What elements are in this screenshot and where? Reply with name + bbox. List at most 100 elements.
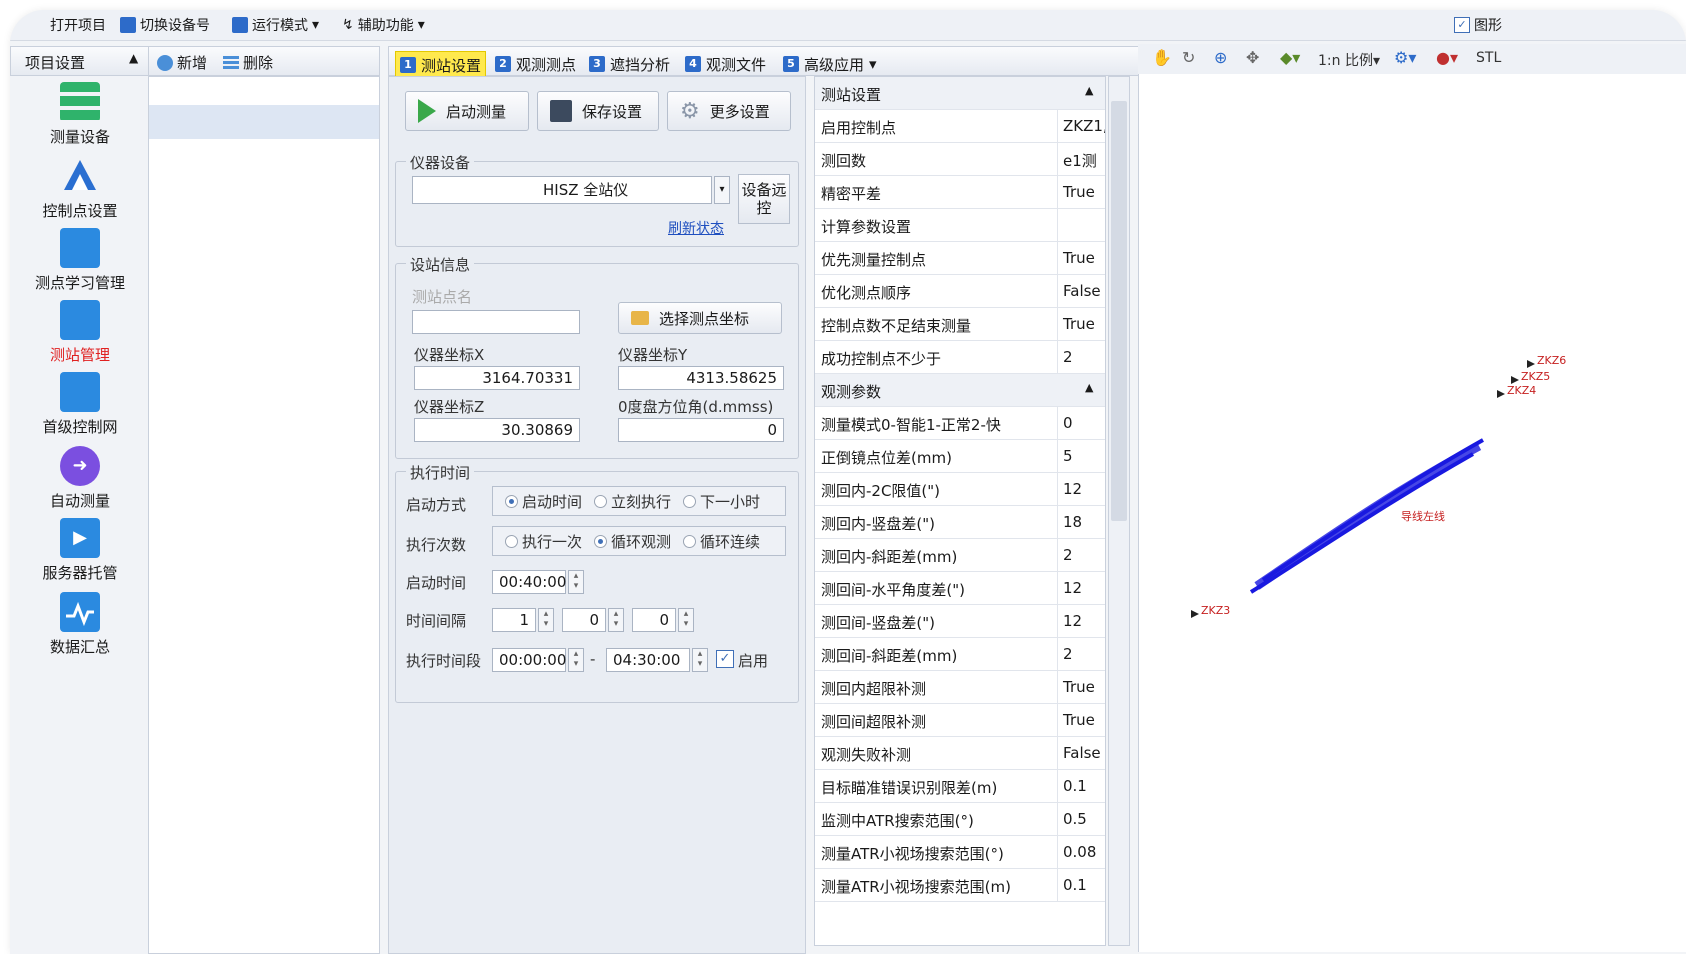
marker-icon[interactable]: ●▾ (1436, 48, 1458, 67)
sidebar-item-auto-measure[interactable]: ➜ 自动测量 (10, 446, 150, 511)
start-measure-button[interactable]: 启动测量 (405, 91, 529, 131)
range-from-spinner[interactable]: ▴ ▾ (568, 648, 584, 672)
add-button[interactable]: 新增 (157, 52, 207, 73)
property-value[interactable]: 2 (1063, 546, 1073, 564)
start-time-spinner[interactable]: ▴ ▾ (568, 570, 584, 594)
sidebar-item-control-points[interactable]: 控制点设置 (10, 156, 150, 221)
property-row[interactable]: 测量ATR小视场搜索范围(°) 0.08 (815, 836, 1105, 869)
tab-occlusion-analysis[interactable]: 3 遮挡分析 (585, 51, 674, 77)
control-point-marker[interactable] (1511, 376, 1519, 384)
property-category[interactable]: 观测参数 ▲ (815, 374, 1105, 407)
azimuth-input[interactable]: 0 (618, 418, 784, 442)
property-row[interactable]: 监测中ATR搜索范围(°) 0.5 (815, 803, 1105, 836)
property-value[interactable]: 18 (1063, 513, 1082, 531)
collapse-up-icon[interactable]: ▲ (1085, 381, 1093, 394)
property-row[interactable]: 目标瞄准错误识别限差(m) 0.1 (815, 770, 1105, 803)
property-row[interactable]: 精密平差 True (815, 176, 1105, 209)
radio-next-hour[interactable]: 下一小时 (683, 491, 760, 512)
property-value[interactable]: 0.1 (1063, 777, 1087, 795)
property-row[interactable]: 测回内-斜距差(mm) 2 (815, 539, 1105, 572)
instrument-y-input[interactable]: 4313.58625 (618, 366, 784, 390)
range-to-spinner[interactable]: ▴ ▾ (692, 648, 708, 672)
refresh-status-link[interactable]: 刷新状态 (668, 218, 724, 238)
property-value[interactable]: 12 (1063, 579, 1082, 597)
menu-run-mode[interactable]: 运行模式 ▾ (232, 15, 319, 35)
property-row[interactable]: 测量模式0-智能1-正常2-快 0 (815, 407, 1105, 440)
property-value[interactable]: 0.1 (1063, 876, 1087, 894)
sidebar-item-server-hosting[interactable]: ▶ 服务器托管 (10, 518, 150, 583)
property-row[interactable]: 测回间超限补测 True (815, 704, 1105, 737)
property-row[interactable]: 启用控制点 ZKZ1, (815, 110, 1105, 143)
pan-icon[interactable]: ✋ (1152, 48, 1172, 67)
control-point-marker[interactable] (1497, 390, 1505, 398)
sidebar-item-station-management[interactable]: 测站管理 (10, 300, 150, 365)
interval-seconds-spinner[interactable]: ▴ ▾ (678, 608, 694, 632)
select-point-coord-button[interactable]: 选择测点坐标 (618, 302, 782, 334)
property-row[interactable]: 观测失败补测 False (815, 737, 1105, 770)
more-settings-button[interactable]: ⚙ 更多设置 (667, 91, 791, 131)
instrument-x-input[interactable]: 3164.70331 (414, 366, 580, 390)
property-value[interactable]: True (1063, 249, 1095, 267)
interval-hours-spinner[interactable]: ▴ ▾ (538, 608, 554, 632)
property-row[interactable]: 测回内超限补测 True (815, 671, 1105, 704)
layer-icon[interactable]: ◆▾ (1280, 48, 1300, 67)
menu-aux-functions[interactable]: ↯ 辅助功能 ▾ (342, 15, 425, 35)
property-row[interactable]: 优先测量控制点 True (815, 242, 1105, 275)
graphics-view[interactable]: ZKZ6 ZKZ5 ZKZ4 ZKZ3 导线左线 (1138, 74, 1686, 952)
crosshair-icon[interactable]: ✥ (1246, 48, 1259, 67)
sidebar-item-point-learning[interactable]: 测点学习管理 (10, 228, 150, 293)
property-row[interactable]: 测回内-竖盘差(") 18 (815, 506, 1105, 539)
range-to-input[interactable]: 04:30:00 (606, 648, 690, 672)
sidebar-item-primary-control-network[interactable]: 首级控制网 (10, 372, 150, 437)
property-row[interactable]: 测量ATR小视场搜索范围(m) 0.1 (815, 869, 1105, 902)
property-row[interactable]: 测回间-竖盘差(") 12 (815, 605, 1105, 638)
property-value[interactable]: True (1063, 315, 1095, 333)
tab-observe-files[interactable]: 4 观测文件 (681, 51, 770, 77)
property-grid-scrollbar[interactable] (1108, 76, 1130, 946)
radio-run-once[interactable]: 执行一次 (505, 531, 582, 552)
range-from-input[interactable]: 00:00:00 (492, 648, 566, 672)
property-row[interactable]: 正倒镜点位差(mm) 5 (815, 440, 1105, 473)
menu-open-project[interactable]: 打开项目 (50, 15, 106, 35)
list-item[interactable] (149, 77, 379, 105)
start-time-input[interactable]: 00:40:00 (492, 570, 566, 594)
property-row[interactable]: 测回内-2C限值(") 12 (815, 473, 1105, 506)
property-value[interactable]: True (1063, 183, 1095, 201)
list-item-selected[interactable] (149, 105, 379, 139)
property-row[interactable]: 测回间-水平角度差(") 12 (815, 572, 1105, 605)
sidebar-item-devices[interactable]: 测量设备 (10, 82, 150, 147)
property-row[interactable]: 控制点数不足结束测量 True (815, 308, 1105, 341)
control-point-marker[interactable] (1527, 360, 1535, 368)
property-row[interactable]: 测回数 e1测 (815, 143, 1105, 176)
device-select[interactable]: HISZ 全站仪 (412, 176, 712, 204)
property-row[interactable]: 成功控制点不少于 2 (815, 341, 1105, 374)
property-value[interactable]: 12 (1063, 480, 1082, 498)
menu-switch-device[interactable]: 切换设备号 (120, 15, 210, 35)
settings-gear-icon[interactable]: ⚙▾ (1394, 48, 1416, 67)
tab-observe-points[interactable]: 2 观测测点 (491, 51, 580, 77)
property-value[interactable]: 2 (1063, 645, 1073, 663)
interval-minutes-input[interactable]: 0 (562, 608, 606, 632)
property-category[interactable]: 测站设置 ▲ (815, 77, 1105, 110)
tab-station-settings[interactable]: 1 测站设置 (395, 51, 487, 79)
property-row[interactable]: 计算参数设置 (815, 209, 1105, 242)
enable-checkbox[interactable]: ✓ (716, 650, 734, 668)
save-settings-button[interactable]: 保存设置 (537, 91, 659, 131)
sidebar-item-data-summary[interactable]: 数据汇总 (10, 592, 150, 657)
property-value[interactable]: 0.5 (1063, 810, 1087, 828)
property-value[interactable]: 0 (1063, 414, 1073, 432)
scrollbar-thumb[interactable] (1111, 101, 1127, 521)
stl-button[interactable]: STL (1476, 50, 1501, 66)
property-value[interactable]: True (1063, 711, 1095, 729)
rotate-icon[interactable]: ↻ (1182, 48, 1195, 67)
collapse-up-icon[interactable]: ▲ (1085, 84, 1093, 97)
radio-start-time[interactable]: 启动时间 (505, 491, 582, 512)
property-value[interactable]: False (1063, 744, 1101, 762)
control-point-marker[interactable] (1191, 610, 1199, 618)
interval-minutes-spinner[interactable]: ▴ ▾ (608, 608, 624, 632)
property-value[interactable]: 2 (1063, 348, 1073, 366)
interval-hours-input[interactable]: 1 (492, 608, 536, 632)
tab-advanced[interactable]: 5 高级应用 ▾ (779, 51, 881, 77)
collapse-up-icon[interactable]: ▲ (129, 51, 138, 65)
graphics-toggle[interactable]: ✓ 图形 (1454, 15, 1502, 35)
